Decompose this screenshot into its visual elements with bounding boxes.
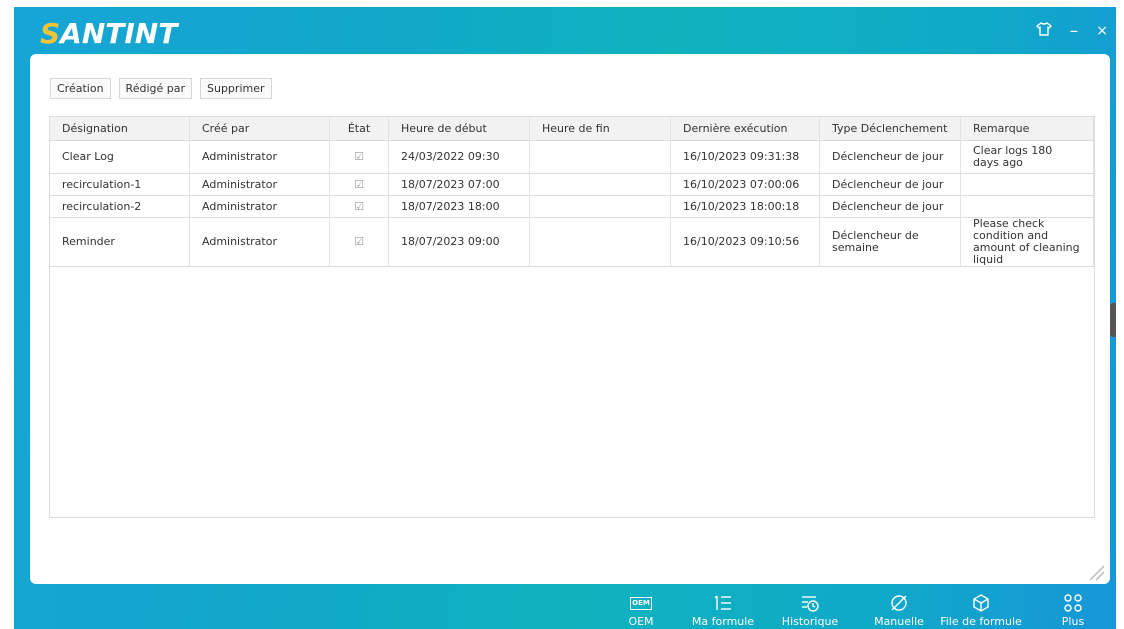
table-row[interactable]: Reminder Administrator ☑ 18/07/2023 09:0… xyxy=(50,217,1094,267)
cell-trigger-type: Déclencheur de jour xyxy=(819,195,961,218)
santint-logo: SANTINT xyxy=(40,17,178,50)
column-header[interactable]: Remarque xyxy=(960,117,1094,141)
close-button[interactable]: × xyxy=(1096,23,1108,39)
column-header[interactable]: Type Déclenchement xyxy=(819,117,961,141)
nav-plus-label: Plus xyxy=(1061,615,1085,628)
nav-manuelle[interactable]: Manuelle xyxy=(856,591,942,629)
cell-start: 24/03/2022 09:30 xyxy=(388,140,530,174)
edit-button[interactable]: Rédigé par xyxy=(118,78,192,99)
state-checkbox[interactable]: ☑ xyxy=(329,140,389,174)
cell-remark: Clear logs 180 days ago xyxy=(960,140,1094,174)
delete-button[interactable]: Supprimer xyxy=(200,78,272,99)
nav-historique[interactable]: Historique xyxy=(767,591,853,629)
nav-plus[interactable]: Plus xyxy=(1030,591,1116,629)
cell-creator: Administrator xyxy=(189,173,330,196)
cell-name: Clear Log xyxy=(50,140,190,174)
cell-creator: Administrator xyxy=(189,217,330,267)
cell-last-run: 16/10/2023 09:10:56 xyxy=(670,217,820,267)
main-panel: Création Rédigé par Supprimer Désignatio… xyxy=(30,54,1110,584)
box-icon xyxy=(938,591,1024,615)
schedule-table: Désignation Créé par État Heure de début… xyxy=(49,116,1095,518)
history-icon xyxy=(767,591,853,615)
state-checkbox[interactable]: ☑ xyxy=(329,217,389,267)
cell-end xyxy=(529,140,671,174)
tshirt-icon[interactable] xyxy=(1036,21,1052,41)
column-header[interactable]: Créé par xyxy=(189,117,330,141)
minimize-button[interactable]: – xyxy=(1070,21,1079,41)
cell-name: recirculation-1 xyxy=(50,173,190,196)
create-button[interactable]: Création xyxy=(50,78,111,99)
cell-trigger-type: Déclencheur de semaine xyxy=(819,217,961,267)
grid-icon xyxy=(1030,591,1116,615)
nav-oem-label: OEM xyxy=(628,615,654,628)
nav-file-de-formule[interactable]: File de formule xyxy=(938,591,1024,629)
table-row[interactable]: recirculation-2 Administrator ☑ 18/07/20… xyxy=(50,195,1094,218)
table-row[interactable]: Clear Log Administrator ☑ 24/03/2022 09:… xyxy=(50,140,1094,174)
cell-last-run: 16/10/2023 18:00:18 xyxy=(670,195,820,218)
cell-start: 18/07/2023 09:00 xyxy=(388,217,530,267)
column-header[interactable]: Désignation xyxy=(50,117,190,141)
state-checkbox[interactable]: ☑ xyxy=(329,195,389,218)
column-header[interactable]: Heure de début xyxy=(388,117,530,141)
column-header[interactable]: Heure de fin xyxy=(529,117,671,141)
nav-file-de-formule-label: File de formule xyxy=(940,615,1022,628)
list-icon xyxy=(680,591,766,615)
window-controls: – × xyxy=(1036,21,1108,41)
bottom-nav: OEM OEM Ma formule Historique Manuelle F… xyxy=(14,584,1116,629)
cell-trigger-type: Déclencheur de jour xyxy=(819,140,961,174)
cell-start: 18/07/2023 07:00 xyxy=(388,173,530,196)
cell-name: Reminder xyxy=(50,217,190,267)
cell-end xyxy=(529,217,671,267)
cell-name: recirculation-2 xyxy=(50,195,190,218)
table-row[interactable]: recirculation-1 Administrator ☑ 18/07/20… xyxy=(50,173,1094,196)
column-header[interactable]: État xyxy=(329,117,389,141)
cell-trigger-type: Déclencheur de jour xyxy=(819,173,961,196)
cell-last-run: 16/10/2023 07:00:06 xyxy=(670,173,820,196)
cell-start: 18/07/2023 18:00 xyxy=(388,195,530,218)
nav-manuelle-label: Manuelle xyxy=(874,615,924,628)
oem-icon: OEM xyxy=(630,596,652,610)
cell-end xyxy=(529,173,671,196)
nav-historique-label: Historique xyxy=(781,615,839,628)
nav-ma-formule-label: Ma formule xyxy=(691,615,755,628)
side-drawer-handle[interactable] xyxy=(1110,303,1116,337)
toolbar: Création Rédigé par Supprimer xyxy=(50,78,272,99)
cell-creator: Administrator xyxy=(189,140,330,174)
cell-last-run: 16/10/2023 09:31:38 xyxy=(670,140,820,174)
state-checkbox[interactable]: ☑ xyxy=(329,173,389,196)
column-header[interactable]: Dernière exécution xyxy=(670,117,820,141)
cell-remark xyxy=(960,173,1094,196)
cell-end xyxy=(529,195,671,218)
nav-ma-formule[interactable]: Ma formule xyxy=(680,591,766,629)
app-window: SANTINT – × Création Rédigé par Supprime… xyxy=(14,7,1116,629)
cell-remark xyxy=(960,195,1094,218)
table-header-row: Désignation Créé par État Heure de début… xyxy=(50,117,1094,141)
nav-oem[interactable]: OEM OEM xyxy=(598,591,684,629)
manual-icon xyxy=(856,591,942,615)
cell-remark: Please check condition and amount of cle… xyxy=(960,217,1094,267)
cell-creator: Administrator xyxy=(189,195,330,218)
resize-grip-icon[interactable] xyxy=(1088,564,1106,582)
